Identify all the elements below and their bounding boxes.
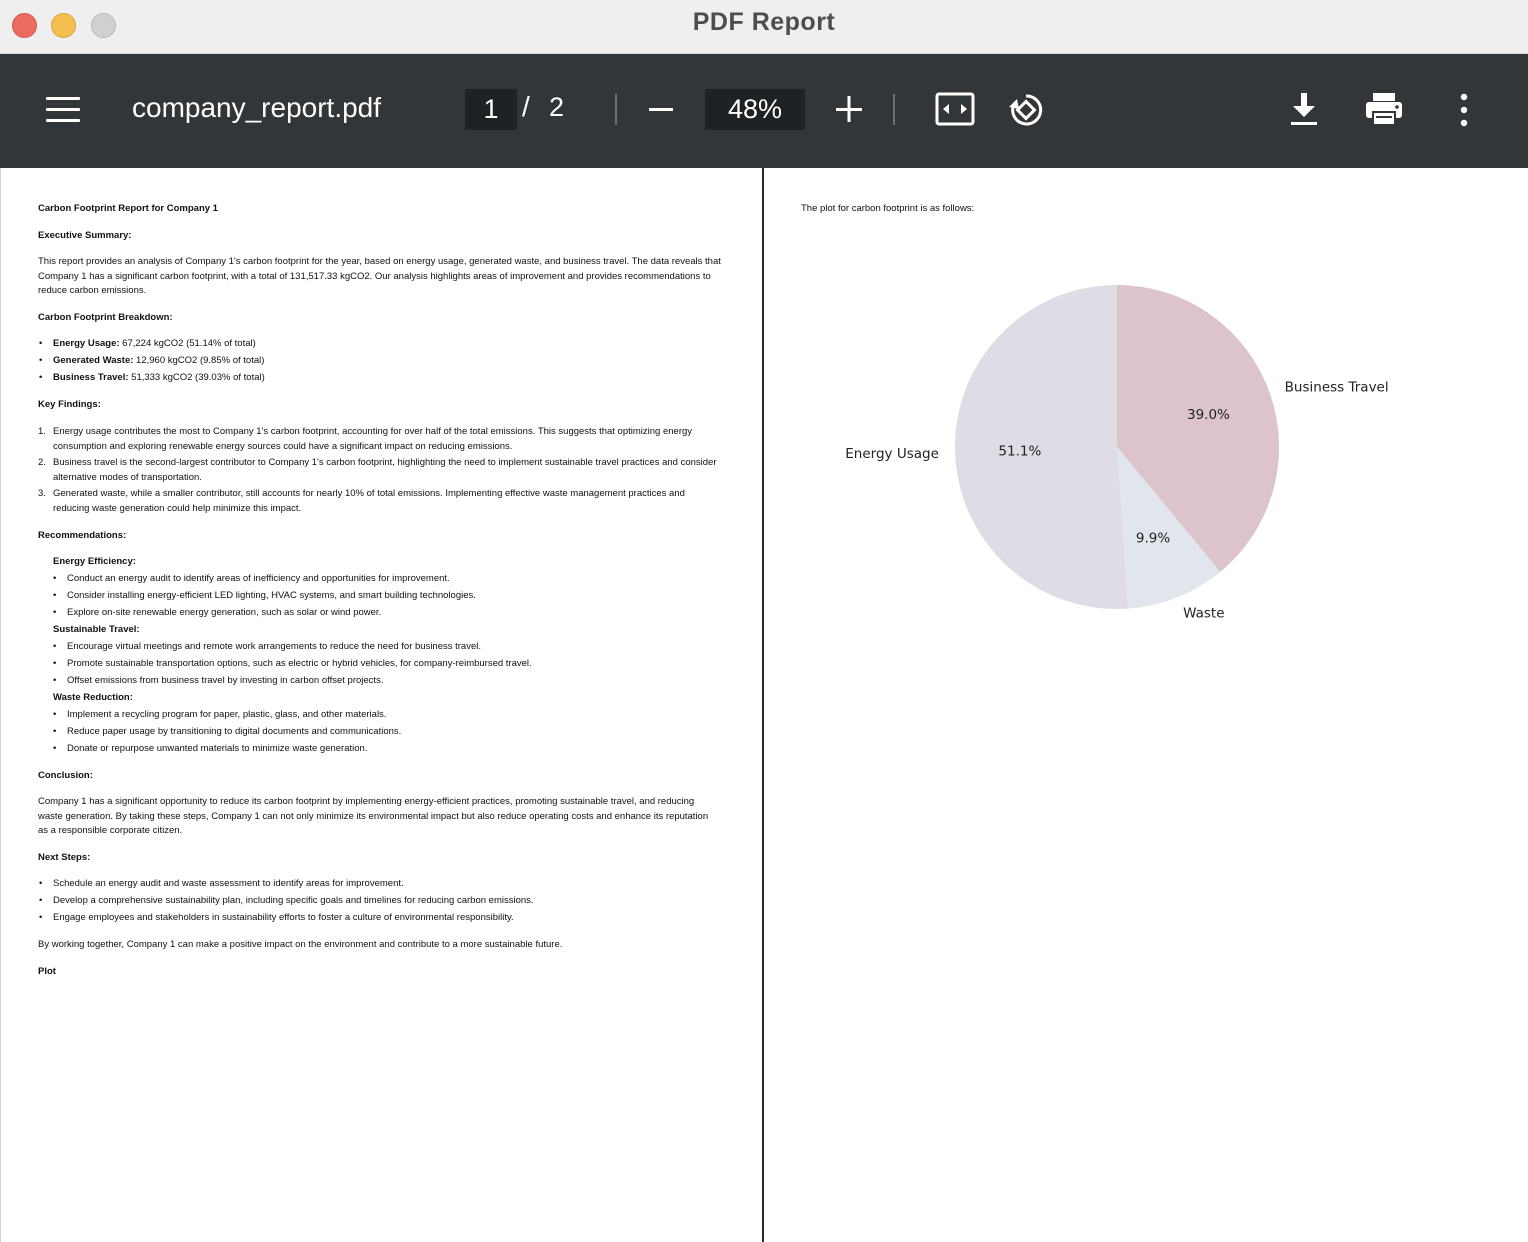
conclusion-heading: Conclusion: bbox=[38, 770, 93, 781]
pdf-toolbar: company_report.pdf / 2 48% bbox=[0, 54, 1528, 168]
zoom-out-icon[interactable] bbox=[645, 92, 677, 126]
rotate-icon[interactable] bbox=[1006, 90, 1046, 128]
pdf-page-1: Carbon Footprint Report for Company 1 Ex… bbox=[0, 168, 764, 1242]
next-step-item: Develop a comprehensive sustainability p… bbox=[39, 894, 534, 909]
menu-icon[interactable] bbox=[46, 95, 82, 125]
pdf-page-2: The plot for carbon footprint is as foll… bbox=[766, 168, 1528, 1242]
pie-percent-label: 9.9% bbox=[1136, 530, 1170, 546]
breakdown-item: Energy Usage: 67,224 kgCO2 (51.14% of to… bbox=[39, 337, 256, 352]
document-viewport[interactable]: Carbon Footprint Report for Company 1 Ex… bbox=[0, 168, 1528, 1242]
recommendation-item: Explore on-site renewable energy generat… bbox=[53, 606, 381, 621]
recommendation-item: Promote sustainable transportation optio… bbox=[53, 657, 532, 672]
window-title: PDF Report bbox=[692, 8, 836, 36]
breakdown-item: Business Travel: 51,333 kgCO2 (39.03% of… bbox=[39, 371, 265, 386]
recommendation-item: Conduct an energy audit to identify area… bbox=[53, 572, 450, 587]
total-pages: 2 bbox=[549, 92, 565, 122]
zoom-in-icon[interactable] bbox=[832, 92, 866, 126]
recommendation-item: Offset emissions from business travel by… bbox=[53, 674, 383, 689]
page-number-input[interactable] bbox=[465, 89, 517, 130]
print-icon[interactable] bbox=[1364, 90, 1404, 128]
recommendations-heading: Recommendations: bbox=[38, 530, 127, 541]
recommendation-item: Encourage virtual meetings and remote wo… bbox=[53, 640, 481, 655]
zoom-level[interactable]: 48% bbox=[705, 89, 805, 130]
file-name: company_report.pdf bbox=[132, 92, 382, 123]
recommendation-item: Consider installing energy-efficient LED… bbox=[53, 589, 476, 604]
pie-slice-energy-usage bbox=[955, 285, 1129, 609]
pie-category-label: Energy Usage bbox=[845, 446, 939, 462]
toolbar-divider bbox=[893, 94, 895, 125]
waste-reduction-heading: Waste Reduction: bbox=[53, 692, 133, 703]
conclusion-text: Company 1 has a significant opportunity … bbox=[38, 796, 709, 836]
page-separator: / bbox=[522, 91, 530, 122]
download-icon[interactable] bbox=[1288, 90, 1320, 128]
energy-efficiency-heading: Energy Efficiency: bbox=[53, 556, 136, 567]
recommendation-item: Implement a recycling program for paper,… bbox=[53, 708, 386, 723]
recommendation-item: Donate or repurpose unwanted materials t… bbox=[53, 742, 367, 757]
pie-percent-label: 51.1% bbox=[998, 443, 1041, 459]
pie-category-label: Business Travel bbox=[1285, 380, 1389, 396]
fit-to-page-icon[interactable] bbox=[935, 92, 975, 126]
executive-summary-text: This report provides an analysis of Comp… bbox=[38, 256, 721, 296]
more-options-icon[interactable] bbox=[1450, 92, 1478, 128]
finding-item: 2. Business travel is the second-largest … bbox=[38, 457, 717, 483]
sustainable-travel-heading: Sustainable Travel: bbox=[53, 624, 140, 635]
pie-percent-label: 39.0% bbox=[1187, 407, 1230, 423]
next-step-item: Engage employees and stakeholders in sus… bbox=[39, 911, 514, 926]
breakdown-item: Generated Waste: 12,960 kgCO2 (9.85% of … bbox=[39, 354, 264, 369]
plot-heading: Plot bbox=[38, 966, 56, 977]
report-title: Carbon Footprint Report for Company 1 bbox=[38, 203, 218, 214]
key-findings-heading: Key Findings: bbox=[38, 399, 101, 410]
carbon-footprint-pie-chart: Business Travel 39.0% Waste 9.9% Energy Usag… bbox=[845, 285, 1389, 621]
recommendation-item: Reduce paper usage by transitioning to d… bbox=[53, 725, 401, 740]
finding-item: 3. Generated waste, while a smaller contr… bbox=[38, 488, 685, 514]
pie-category-label: Waste bbox=[1183, 605, 1224, 621]
executive-summary-heading: Executive Summary: bbox=[38, 230, 132, 241]
window-titlebar: PDF Report bbox=[0, 0, 1528, 54]
closing-text: By working together, Company 1 can make … bbox=[38, 939, 563, 950]
finding-item: 1. Energy usage contributes the most to C… bbox=[38, 426, 693, 452]
next-step-item: Schedule an energy audit and waste asses… bbox=[39, 877, 404, 892]
breakdown-heading: Carbon Footprint Breakdown: bbox=[38, 312, 173, 323]
toolbar-divider bbox=[615, 94, 617, 125]
next-steps-heading: Next Steps: bbox=[38, 852, 91, 863]
